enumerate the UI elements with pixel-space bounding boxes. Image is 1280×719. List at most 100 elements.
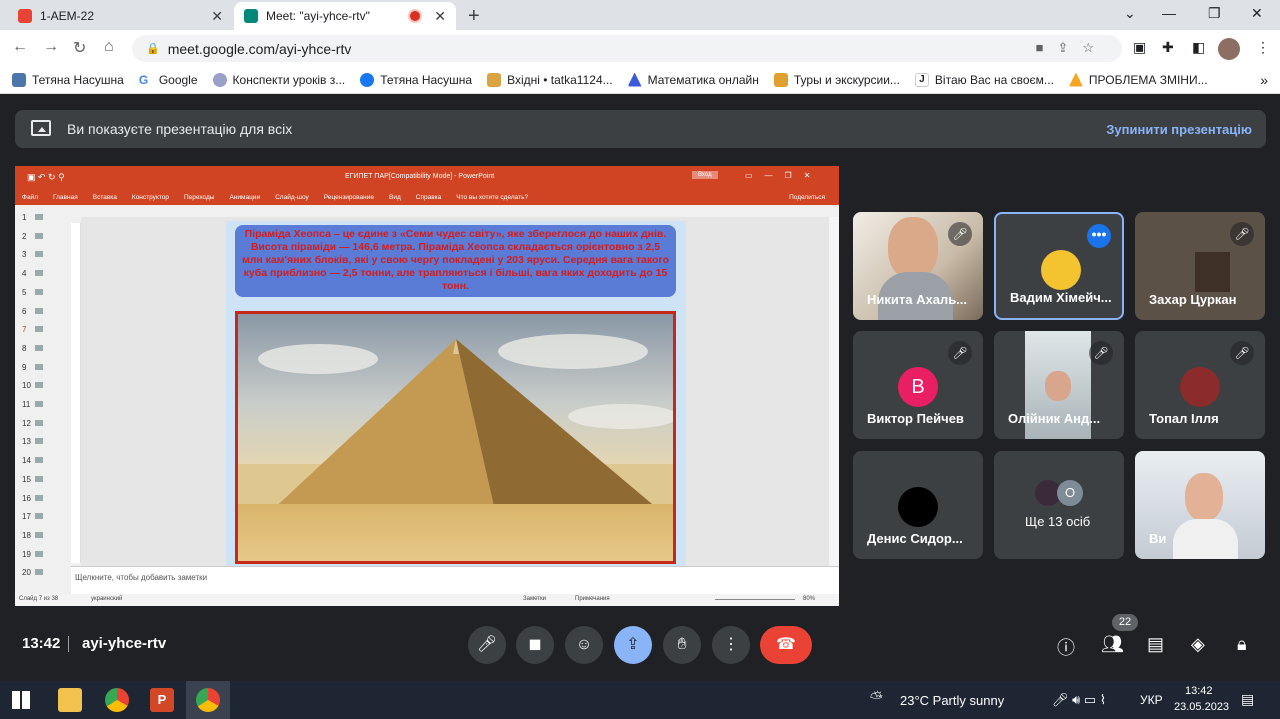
file-explorer-icon[interactable] xyxy=(58,688,82,712)
comments-button[interactable]: Примечания xyxy=(575,596,610,602)
slide-thumbnail[interactable]: 11 xyxy=(22,400,43,409)
slide-thumbnail[interactable]: 2 xyxy=(22,232,43,241)
extension-icon[interactable]: ▣ xyxy=(1133,39,1146,56)
side-panel-icon[interactable]: ◧ xyxy=(1192,39,1205,56)
slide-thumbnail[interactable]: 3 xyxy=(22,250,43,259)
ppt-menu-item[interactable]: Анимации xyxy=(229,194,260,201)
activities-icon[interactable]: ◈ xyxy=(1191,634,1205,655)
slide-thumbnail[interactable]: 5 xyxy=(22,288,43,297)
extensions-puzzle-icon[interactable]: ✚ xyxy=(1162,39,1174,56)
ppt-login-button[interactable]: Вход xyxy=(692,171,718,179)
new-tab-button[interactable]: + xyxy=(468,5,480,28)
ppt-menu-item[interactable]: Слайд-шоу xyxy=(275,194,309,201)
slide-thumbnail[interactable]: 18 xyxy=(22,531,43,540)
more-options-button[interactable]: ⋮ xyxy=(712,626,750,664)
back-icon[interactable]: ← xyxy=(12,38,28,56)
bookmark-item[interactable]: Вхідні • tatka1124... xyxy=(487,72,613,87)
ppt-menu-item[interactable]: Переходы xyxy=(184,194,215,201)
ppt-menu-item[interactable]: Файл xyxy=(22,194,38,201)
ppt-tell-me[interactable]: Что вы хотите сделать? xyxy=(456,194,528,201)
chrome-icon[interactable] xyxy=(105,688,129,712)
menu-kebab-icon[interactable]: ⋮ xyxy=(1256,39,1270,56)
chat-icon[interactable]: ▤ xyxy=(1147,634,1164,655)
zoom-slider[interactable] xyxy=(715,599,795,600)
bookmark-item[interactable]: Тетяна Насушна xyxy=(360,72,472,87)
slide-thumbnail[interactable]: 14 xyxy=(22,456,43,465)
host-controls-icon[interactable]: 🔒︎ xyxy=(1237,634,1247,655)
ppt-menu-item[interactable]: Вставка xyxy=(93,194,117,201)
emoji-reactions-button[interactable]: ☺ xyxy=(565,626,603,664)
participant-tile[interactable]: В 🎤︎ Виктор Пейчев xyxy=(853,331,983,439)
more-participants-tile[interactable]: О Ще 13 осіб xyxy=(994,451,1124,559)
close-tab-icon[interactable]: ✕ xyxy=(434,8,446,25)
slide-thumbnail[interactable]: 1 xyxy=(22,213,43,222)
address-bar[interactable]: 🔒 meet.google.com/ayi-yhce-rtv ■⇪☆ xyxy=(132,35,1122,62)
powerpoint-icon[interactable]: P xyxy=(150,688,174,712)
keyboard-language[interactable]: УКР xyxy=(1140,693,1163,707)
notes-pane[interactable]: Щелкните, чтобы добавить заметки xyxy=(71,566,839,594)
bookmark-item[interactable]: Математика онлайн xyxy=(627,72,759,87)
reload-icon[interactable]: ↻ xyxy=(73,38,86,58)
participant-tile[interactable]: 🎤︎ Никита Ахаль... xyxy=(853,212,983,320)
more-options-icon[interactable]: ••• xyxy=(1087,224,1111,248)
slide-thumbnail[interactable]: 19 xyxy=(22,550,43,559)
more-bookmarks-icon[interactable]: » xyxy=(1260,72,1268,88)
omnibox-icons[interactable]: ■⇪☆ xyxy=(1036,40,1108,56)
profile-avatar[interactable] xyxy=(1218,38,1240,60)
slide[interactable]: Піраміда Хеопса – це єдине з «Семи чудес… xyxy=(226,221,686,566)
bookmark-item[interactable]: ПРОБЛЕМА ЗМІНИ... xyxy=(1068,72,1208,87)
bookmark-item[interactable]: G Google xyxy=(138,72,198,87)
self-view-tile[interactable]: Ви xyxy=(1135,451,1265,559)
participant-tile[interactable]: 🎤︎ Топал Ілля xyxy=(1135,331,1265,439)
ppt-menu-item[interactable]: Справка xyxy=(416,194,442,201)
slide-thumbnail[interactable]: 20 xyxy=(22,568,43,577)
weather-text[interactable]: 23°C Partly sunny xyxy=(900,693,1004,708)
slide-thumbnail[interactable]: 7 xyxy=(22,325,43,334)
leave-call-button[interactable]: ☎︎ xyxy=(760,626,812,664)
slide-thumbnail[interactable]: 17 xyxy=(22,512,43,521)
slide-thumbnail[interactable]: 4 xyxy=(22,269,43,278)
maximize-button[interactable]: ❐ xyxy=(1208,5,1221,22)
forward-icon[interactable]: → xyxy=(43,38,59,56)
ppt-menu-item[interactable]: Конструктор xyxy=(132,194,169,201)
ppt-menu-item[interactable]: Главная xyxy=(53,194,78,201)
slide-thumbnail[interactable]: 15 xyxy=(22,475,43,484)
home-icon[interactable]: ⌂ xyxy=(104,38,114,56)
taskbar-date[interactable]: 23.05.2023 xyxy=(1174,701,1229,713)
stop-presenting-button[interactable]: Зупинити презентацію xyxy=(1106,122,1252,137)
ppt-menu-item[interactable]: Вид xyxy=(389,194,401,201)
participant-tile[interactable]: Денис Сидор... xyxy=(853,451,983,559)
slide-thumbnail[interactable]: 13 xyxy=(22,437,43,446)
people-icon[interactable]: 👥︎ xyxy=(1101,634,1124,655)
ppt-menu-item[interactable]: Рецензирование xyxy=(324,194,374,201)
slide-thumbnail[interactable]: 10 xyxy=(22,381,43,390)
participant-tile[interactable]: 🎤︎ Захар Цуркан xyxy=(1135,212,1265,320)
bookmark-item[interactable]: Тетяна Насушна xyxy=(12,72,124,87)
slide-thumbnail[interactable]: 9 xyxy=(22,363,43,372)
chrome-icon[interactable] xyxy=(196,688,220,712)
notifications-icon[interactable]: ▤ xyxy=(1241,691,1254,708)
close-window-button[interactable]: ✕ xyxy=(1251,5,1263,22)
notes-button[interactable]: Заметки xyxy=(523,596,546,602)
close-tab-icon[interactable]: ✕ xyxy=(211,8,223,25)
taskbar-time[interactable]: 13:42 xyxy=(1185,685,1213,697)
ppt-share[interactable]: Поделиться xyxy=(789,194,825,201)
pyramid-image[interactable] xyxy=(235,311,676,564)
minimize-button[interactable]: — xyxy=(1162,5,1176,21)
tab-aem[interactable]: 1-AEM-22 ✕ xyxy=(8,2,233,30)
slide-thumbnail[interactable]: 12 xyxy=(22,419,43,428)
meeting-details-icon[interactable]: ⓘ xyxy=(1057,634,1075,660)
slide-thumbnail[interactable]: 8 xyxy=(22,344,43,353)
present-screen-button[interactable]: ⇪ xyxy=(614,626,652,664)
vertical-scrollbar[interactable] xyxy=(829,217,839,566)
bookmark-item[interactable]: J Вітаю Вас на своєм... xyxy=(914,72,1054,87)
participant-tile[interactable]: ••• Вадим Хімейч... xyxy=(994,212,1124,320)
bookmark-item[interactable]: Туры и экскурсии... xyxy=(773,72,900,87)
bookmark-item[interactable]: Конспекти уроків з... xyxy=(212,72,345,87)
tab-search-icon[interactable]: ⌄ xyxy=(1124,5,1136,22)
participant-tile[interactable]: 🎤︎ Олійник Анд... xyxy=(994,331,1124,439)
slide-textbox[interactable]: Піраміда Хеопса – це єдине з «Семи чудес… xyxy=(235,225,676,297)
system-tray-icons[interactable]: 🎤︎ 🔊︎ ▭ ⌇ xyxy=(1052,692,1106,708)
microphone-button[interactable]: 🎤︎ xyxy=(468,626,506,664)
windows-start-icon[interactable] xyxy=(12,691,30,709)
